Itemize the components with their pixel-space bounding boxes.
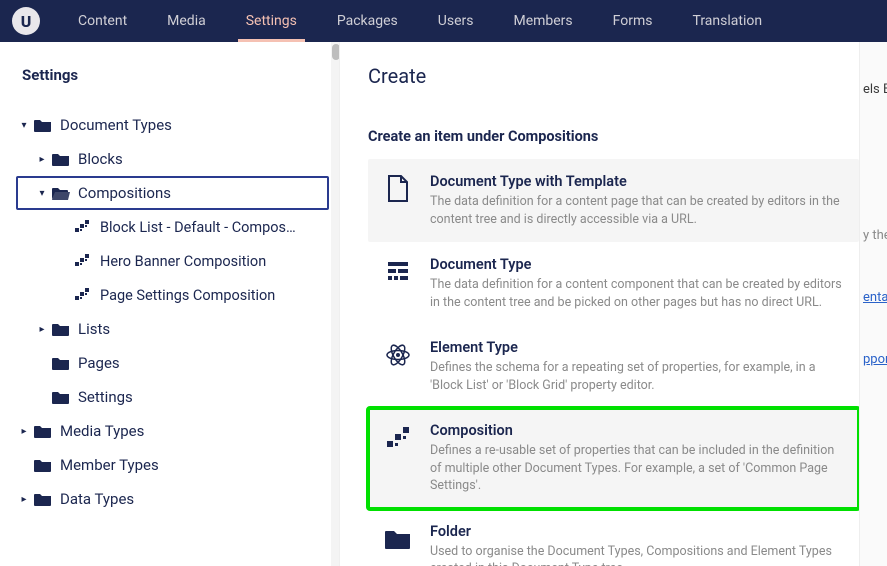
create-item-desc: Defines a re-usable set of properties th… (430, 442, 843, 495)
create-doctype[interactable]: Document Type The data definition for a … (368, 242, 859, 325)
tree-label: Settings (78, 388, 133, 406)
tree-label: Media Types (60, 422, 144, 440)
create-item-title: Element Type (430, 339, 843, 356)
create-item-desc: Defines the schema for a repeating set o… (430, 359, 843, 394)
tree-document-types[interactable]: ▾ Document Types (16, 108, 329, 142)
folder-icon (34, 424, 52, 438)
caret-down-icon[interactable]: ▾ (16, 120, 32, 131)
tree-label: Document Types (60, 116, 172, 134)
folder-icon (34, 458, 52, 472)
folder-icon (52, 390, 70, 404)
create-doctype-template[interactable]: Document Type with Template The data def… (368, 159, 859, 242)
cropped-link[interactable]: entat (863, 290, 887, 305)
tree-member-types[interactable]: Member Types (16, 448, 329, 482)
tree-compositions[interactable]: ▾ Compositions (16, 176, 329, 210)
tree-data-types[interactable]: ▸ Data Types (16, 482, 329, 516)
tree-comp-blocklist[interactable]: Block List - Default - Compos… (16, 210, 329, 244)
nav-packages[interactable]: Packages (317, 0, 418, 42)
caret-right-icon[interactable]: ▸ (16, 426, 32, 437)
nav-forms[interactable]: Forms (593, 0, 673, 42)
tree-blocks[interactable]: ▸ Blocks (16, 142, 329, 176)
right-cropped-panel: els B y the entat pport (859, 42, 887, 566)
folder-icon (52, 322, 70, 336)
nav-translation[interactable]: Translation (672, 0, 782, 42)
tree-pages[interactable]: Pages (16, 346, 329, 380)
create-item-title: Composition (430, 422, 843, 439)
dialog-subtitle: Create an item under Compositions (368, 128, 859, 145)
folder-icon (384, 525, 412, 553)
top-nav: U Content Media Settings Packages Users … (0, 0, 887, 42)
sidebar-scrollbar[interactable] (331, 42, 340, 566)
nav-content[interactable]: Content (58, 0, 147, 42)
tree-label: Hero Banner Composition (100, 253, 266, 270)
tree-lists[interactable]: ▸ Lists (16, 312, 329, 346)
create-item-desc: The data definition for a content page t… (430, 193, 843, 228)
nav-users[interactable]: Users (418, 0, 494, 42)
dialog-title: Create (368, 64, 859, 88)
create-item-title: Document Type with Template (430, 173, 843, 190)
sidebar-title: Settings (22, 66, 329, 84)
create-element-type[interactable]: Element Type Defines the schema for a re… (368, 325, 859, 408)
create-item-title: Document Type (430, 256, 843, 273)
folder-icon (52, 356, 70, 370)
create-composition[interactable]: Composition Defines a re-usable set of p… (368, 408, 859, 509)
tree-label: Pages (78, 354, 120, 372)
folder-icon (52, 152, 70, 166)
tree-label: Page Settings Composition (100, 287, 275, 304)
create-folder[interactable]: Folder Used to organise the Document Typ… (368, 509, 859, 566)
tree-label: Block List - Default - Compos… (100, 219, 296, 236)
tree-media-types[interactable]: ▸ Media Types (16, 414, 329, 448)
folder-icon (34, 118, 52, 132)
tree-label: Compositions (78, 184, 171, 202)
tree-label: Blocks (78, 150, 123, 168)
create-item-desc: The data definition for a content compon… (430, 276, 843, 311)
caret-right-icon[interactable]: ▸ (34, 324, 50, 335)
nav-settings[interactable]: Settings (226, 0, 317, 42)
doctype-icon (384, 258, 412, 286)
composition-icon (74, 254, 92, 268)
create-options-list: Document Type with Template The data def… (368, 159, 859, 566)
settings-sidebar: Settings ▾ Document Types ▸ (0, 42, 340, 566)
cropped-text: y the (863, 228, 887, 243)
folder-icon (34, 492, 52, 506)
tree-label: Lists (78, 320, 110, 338)
nav-media[interactable]: Media (147, 0, 226, 42)
tree-label: Data Types (60, 490, 134, 508)
app-logo[interactable]: U (12, 7, 40, 35)
create-item-desc: Used to organise the Document Types, Com… (430, 543, 843, 566)
tree-comp-hero[interactable]: Hero Banner Composition (16, 244, 329, 278)
composition-icon (74, 220, 92, 234)
cropped-link[interactable]: pport (863, 352, 887, 367)
create-dialog: Create Create an item under Compositions… (340, 42, 887, 566)
folder-open-icon (52, 186, 70, 200)
tree-comp-pagesettings[interactable]: Page Settings Composition (16, 278, 329, 312)
tree-label: Member Types (60, 456, 159, 474)
tree-settings-folder[interactable]: Settings (16, 380, 329, 414)
caret-down-icon[interactable]: ▾ (34, 188, 50, 199)
page-icon (384, 175, 412, 203)
composition-icon (384, 424, 412, 452)
nav-members[interactable]: Members (493, 0, 592, 42)
create-item-title: Folder (430, 523, 843, 540)
caret-right-icon[interactable]: ▸ (16, 494, 32, 505)
caret-right-icon[interactable]: ▸ (34, 154, 50, 165)
settings-tree: ▾ Document Types ▸ Blocks (16, 108, 329, 516)
composition-icon (74, 288, 92, 302)
cropped-text: els B (863, 82, 887, 97)
atom-icon (384, 341, 412, 369)
